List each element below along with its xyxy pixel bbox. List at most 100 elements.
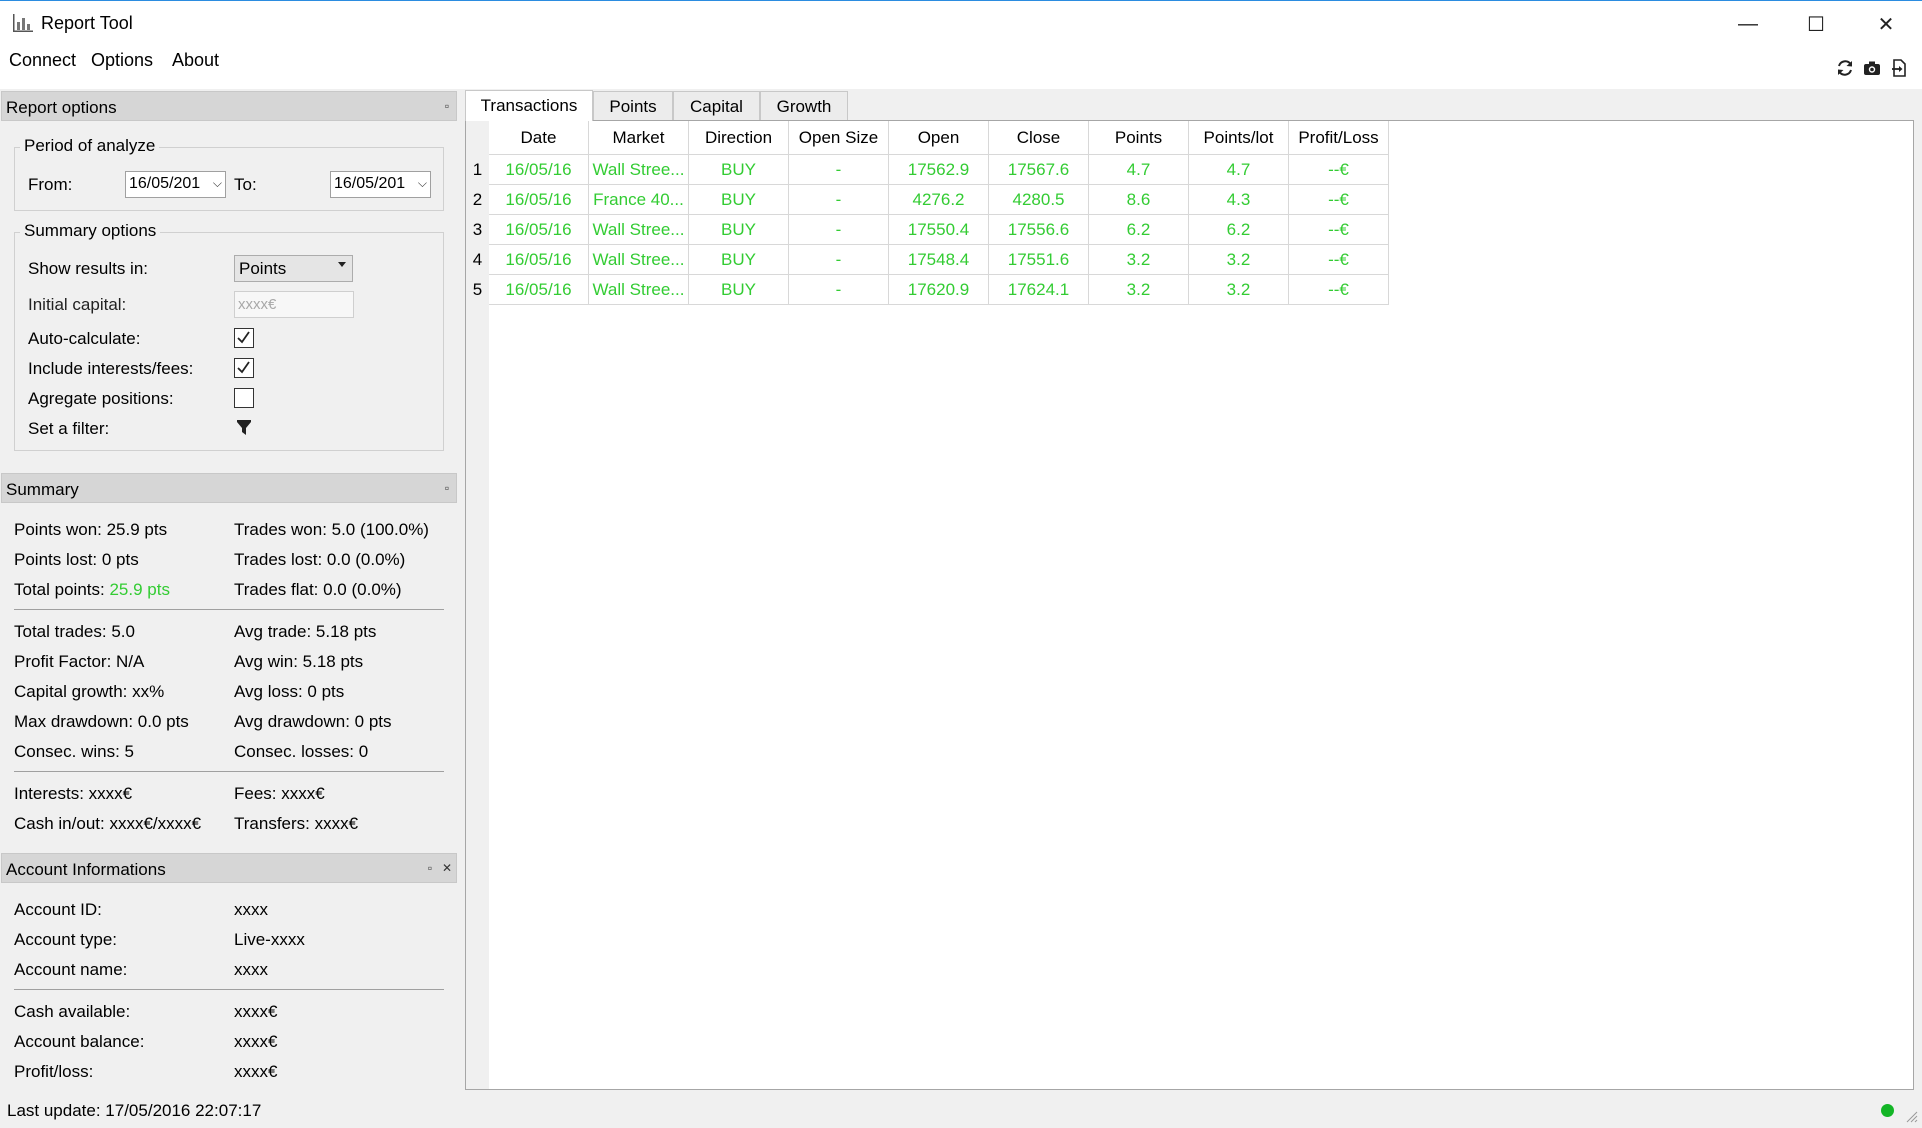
table-cell[interactable]: 17556.6 xyxy=(989,215,1089,245)
dropdown-arrow-icon xyxy=(338,262,346,267)
table-cell[interactable]: --€ xyxy=(1289,155,1389,185)
account-id-value: xxxx xyxy=(234,900,268,919)
filter-icon[interactable] xyxy=(236,419,252,437)
initial-capital-placeholder: xxxx€ xyxy=(238,296,277,313)
table-cell[interactable]: BUY xyxy=(689,215,789,245)
column-header[interactable]: Profit/Loss xyxy=(1289,121,1389,155)
menu-connect[interactable]: Connect xyxy=(7,50,78,71)
summary-divider xyxy=(14,771,444,772)
menu-options[interactable]: Options xyxy=(89,50,155,71)
table-cell[interactable]: BUY xyxy=(689,245,789,275)
column-header[interactable]: Market xyxy=(589,121,689,155)
from-date-edit[interactable]: 16/05/201 ⌵ xyxy=(125,171,226,198)
row-number[interactable]: 4 xyxy=(466,245,489,275)
table-cell[interactable]: 17551.6 xyxy=(989,245,1089,275)
table-cell[interactable]: 4.7 xyxy=(1089,155,1189,185)
table-cell[interactable]: 16/05/16 xyxy=(489,215,589,245)
column-header[interactable]: Date xyxy=(489,121,589,155)
total-points: Total points: 25.9 pts xyxy=(14,580,170,600)
title-bar: Report Tool — ☐ ✕ xyxy=(0,0,1922,46)
table-cell[interactable]: 6.2 xyxy=(1189,215,1289,245)
initial-capital-input[interactable]: xxxx€ xyxy=(234,291,354,318)
float-dock-icon[interactable]: ▫ xyxy=(423,861,437,875)
include-interests-checkbox[interactable] xyxy=(234,358,254,378)
table-cell[interactable]: Wall Stree... xyxy=(589,215,689,245)
table-cell[interactable]: France 40... xyxy=(589,185,689,215)
table-cell[interactable]: 16/05/16 xyxy=(489,155,589,185)
row-number[interactable]: 5 xyxy=(466,275,489,305)
table-cell[interactable]: 16/05/16 xyxy=(489,275,589,305)
table-cell[interactable]: - xyxy=(789,245,889,275)
total-points-value: 25.9 pts xyxy=(109,580,170,599)
table-cell[interactable]: Wall Stree... xyxy=(589,155,689,185)
aggregate-positions-checkbox[interactable] xyxy=(234,388,254,408)
table-cell[interactable]: BUY xyxy=(689,275,789,305)
table-cell[interactable]: 4.7 xyxy=(1189,155,1289,185)
minimize-button[interactable]: — xyxy=(1713,1,1783,47)
points-lost: Points lost: 0 pts xyxy=(14,550,139,569)
camera-icon[interactable] xyxy=(1860,56,1884,80)
table-cell[interactable]: 3.2 xyxy=(1089,245,1189,275)
close-window-button[interactable]: ✕ xyxy=(1851,1,1921,47)
table-cell[interactable]: 3.2 xyxy=(1089,275,1189,305)
table-cell[interactable]: --€ xyxy=(1289,275,1389,305)
tab-capital[interactable]: Capital xyxy=(673,91,760,121)
export-icon[interactable] xyxy=(1887,56,1911,80)
column-header[interactable]: Direction xyxy=(689,121,789,155)
table-cell[interactable]: --€ xyxy=(1289,185,1389,215)
transfers: Transfers: xxxx€ xyxy=(234,814,359,833)
float-dock-icon[interactable]: ▫ xyxy=(440,99,454,113)
table-cell[interactable]: - xyxy=(789,185,889,215)
table-cell[interactable]: Wall Stree... xyxy=(589,275,689,305)
account-dock-title[interactable]: Account Informations ▫ ✕ xyxy=(1,853,457,883)
table-cell[interactable]: Wall Stree... xyxy=(589,245,689,275)
table-cell[interactable]: --€ xyxy=(1289,215,1389,245)
float-dock-icon[interactable]: ▫ xyxy=(440,481,454,495)
menu-about[interactable]: About xyxy=(170,50,221,71)
table-cell[interactable]: - xyxy=(789,215,889,245)
table-cell[interactable]: 4280.5 xyxy=(989,185,1089,215)
column-header[interactable]: Close xyxy=(989,121,1089,155)
column-header[interactable]: Open xyxy=(889,121,989,155)
to-date-edit[interactable]: 16/05/201 ⌵ xyxy=(330,171,431,198)
row-number[interactable]: 2 xyxy=(466,185,489,215)
column-header[interactable]: Open Size xyxy=(789,121,889,155)
table-cell[interactable]: --€ xyxy=(1289,245,1389,275)
include-interests-label: Include interests/fees: xyxy=(28,359,194,378)
table-cell[interactable]: 3.2 xyxy=(1189,275,1289,305)
tab-points[interactable]: Points xyxy=(593,91,673,121)
tab-transactions[interactable]: Transactions xyxy=(465,90,593,121)
table-cell[interactable]: 8.6 xyxy=(1089,185,1189,215)
table-cell[interactable]: 17548.4 xyxy=(889,245,989,275)
table-cell[interactable]: BUY xyxy=(689,185,789,215)
size-grip-icon[interactable] xyxy=(1904,1108,1918,1123)
close-dock-icon[interactable]: ✕ xyxy=(440,861,454,875)
refresh-icon[interactable] xyxy=(1833,56,1857,80)
table-cell[interactable]: 16/05/16 xyxy=(489,185,589,215)
table-cell[interactable]: 4.3 xyxy=(1189,185,1289,215)
table-cell[interactable]: 6.2 xyxy=(1089,215,1189,245)
table-cell[interactable]: 3.2 xyxy=(1189,245,1289,275)
row-number[interactable]: 3 xyxy=(466,215,489,245)
table-cell[interactable]: 4276.2 xyxy=(889,185,989,215)
row-number[interactable]: 1 xyxy=(466,155,489,185)
show-results-select[interactable]: Points xyxy=(234,255,353,282)
report-options-dock-title[interactable]: Report options ▫ xyxy=(1,91,457,121)
table-cell[interactable]: 17562.9 xyxy=(889,155,989,185)
column-header[interactable]: Points/lot xyxy=(1189,121,1289,155)
table-cell[interactable]: BUY xyxy=(689,155,789,185)
auto-calculate-checkbox[interactable] xyxy=(234,328,254,348)
tab-growth[interactable]: Growth xyxy=(760,91,848,121)
table-cell[interactable]: 17550.4 xyxy=(889,215,989,245)
table-cell[interactable]: - xyxy=(789,275,889,305)
table-cell[interactable]: 17620.9 xyxy=(889,275,989,305)
table-cell[interactable]: - xyxy=(789,155,889,185)
auto-calculate-label: Auto-calculate: xyxy=(28,329,141,348)
maximize-button[interactable]: ☐ xyxy=(1781,1,1851,47)
table-cell[interactable]: 17567.6 xyxy=(989,155,1089,185)
table-cell[interactable]: 16/05/16 xyxy=(489,245,589,275)
column-header[interactable]: Points xyxy=(1089,121,1189,155)
table-cell[interactable]: 17624.1 xyxy=(989,275,1089,305)
close-icon: ✕ xyxy=(1877,13,1895,36)
summary-dock-title[interactable]: Summary ▫ xyxy=(1,473,457,503)
